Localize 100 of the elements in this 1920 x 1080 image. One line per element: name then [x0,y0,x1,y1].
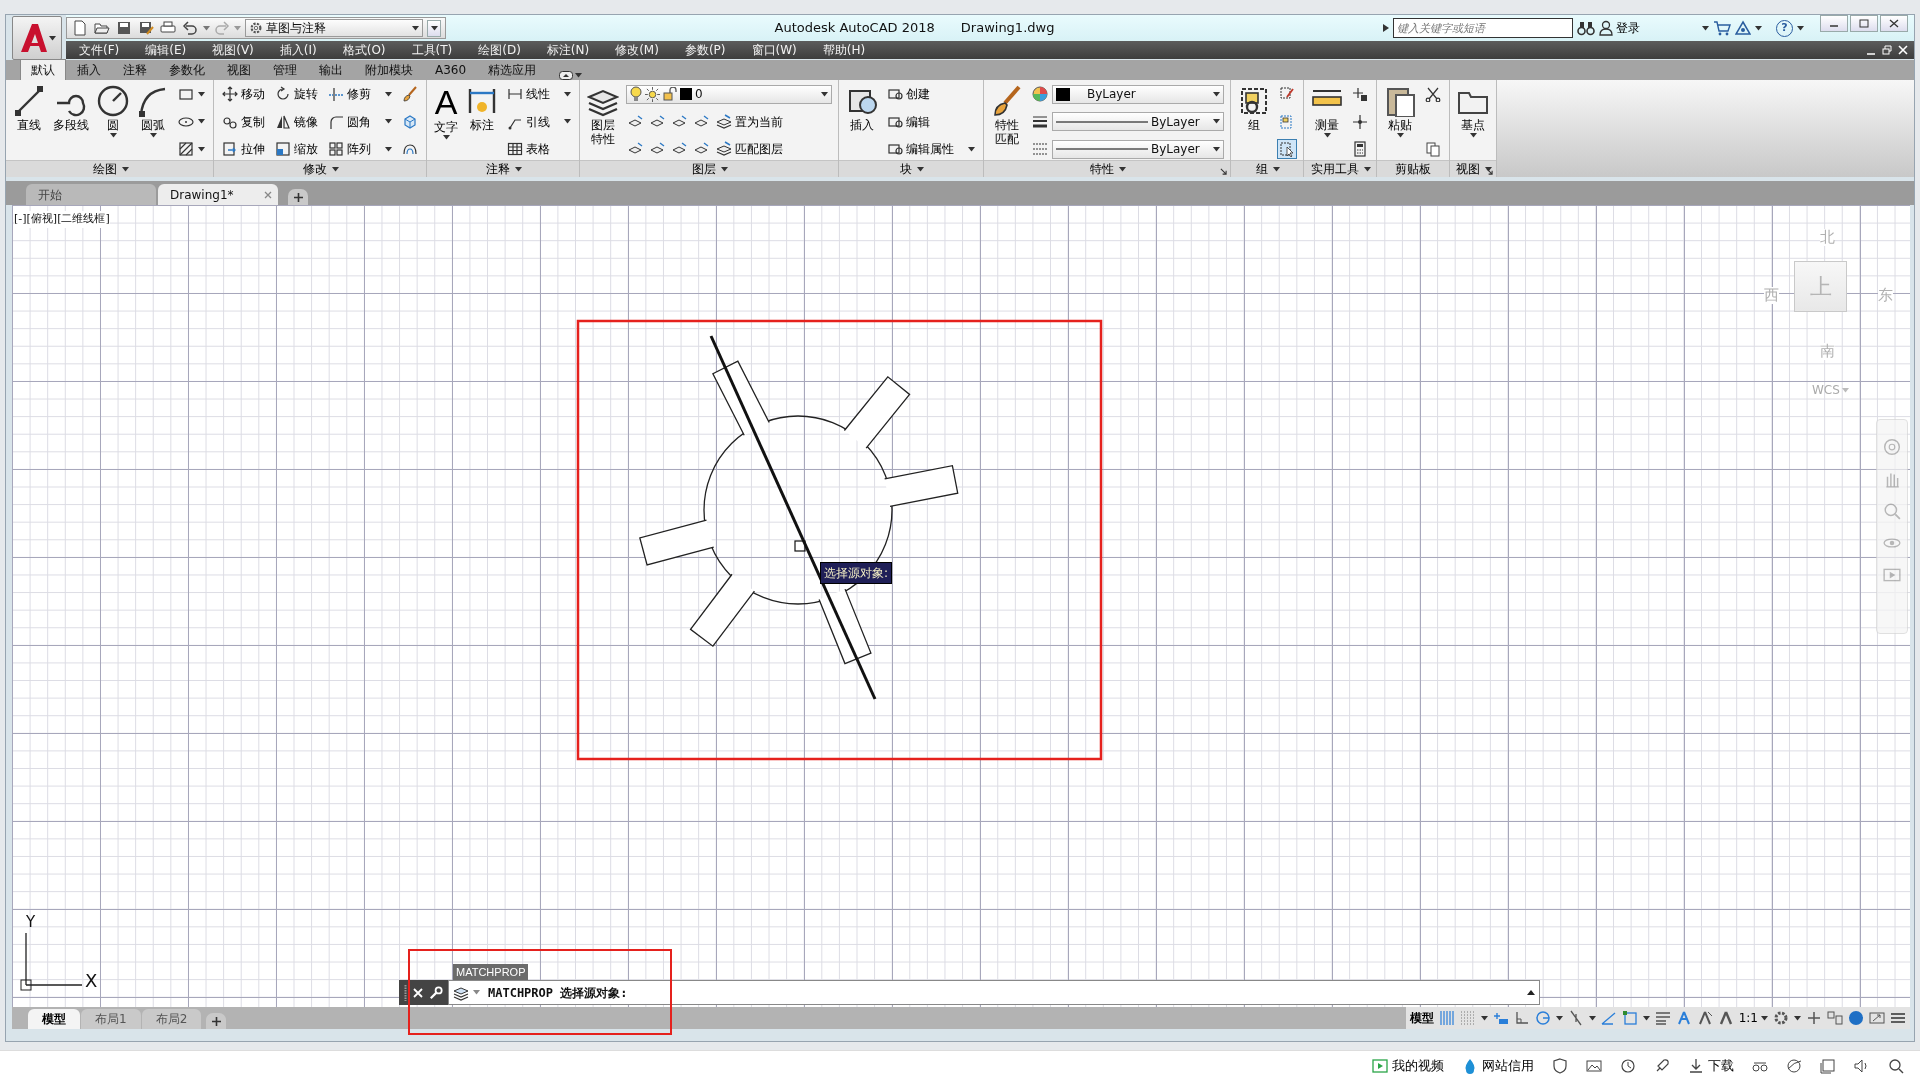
caret-icon[interactable] [430,25,438,31]
caret-icon[interactable] [149,133,157,139]
ribbon-tab[interactable]: 参数化 [158,59,216,80]
caret-icon[interactable] [968,146,975,152]
expand-icon[interactable] [1383,22,1389,34]
fullscreen-icon[interactable] [1869,1010,1885,1026]
wrench-icon[interactable] [429,985,443,1000]
caret-icon[interactable] [1642,1015,1650,1021]
caret-icon[interactable] [1755,25,1762,31]
ribbon-button[interactable]: 镜像 [273,111,320,132]
ortho-icon[interactable] [1513,1010,1530,1026]
ribbon-button[interactable]: 插入 [845,83,879,135]
ribbon-button[interactable]: 复制 [220,111,267,132]
layout-tab[interactable]: 模型 [28,1009,80,1029]
ribbon-tab[interactable]: 输出 [308,59,354,80]
menu-item[interactable]: 文件(F) [66,41,133,59]
menu-item[interactable]: 修改(M) [602,41,672,59]
layout-tab[interactable]: 布局2 [141,1009,202,1029]
ribbon-button[interactable]: 测量 [1310,83,1344,141]
shield-icon[interactable] [1552,1057,1568,1074]
caret-icon[interactable] [1364,166,1371,172]
ribbon-button[interactable]: 图层特性 [586,83,620,149]
ribbon-button[interactable]: 粘贴 [1383,83,1417,141]
ribbon-button[interactable]: 引线 [505,111,573,132]
caret-icon[interactable] [1323,133,1331,139]
menu-item[interactable]: 绘图(D) [465,41,534,59]
tracking-icon[interactable] [1600,1010,1617,1026]
menu-item[interactable]: 窗口(W) [738,41,810,59]
save-icon[interactable] [116,20,132,36]
property-dropdown[interactable]: ByLayer [1052,84,1224,104]
grip-icon[interactable] [404,984,407,1001]
search-icon[interactable] [1888,1057,1904,1074]
menu-item[interactable]: 参数(P) [671,41,739,59]
ribbon-tab[interactable]: 默认 [20,59,66,80]
plus-icon[interactable] [211,1016,221,1026]
ribbon-button[interactable]: 直线 [12,83,46,135]
caret-icon[interactable] [385,91,392,97]
panel-title[interactable]: 注释 [484,161,512,177]
sign-in-button[interactable]: 登录 [1599,19,1709,37]
caret-icon[interactable] [1480,1015,1488,1021]
search-field[interactable]: 键入关键字或短语 [1393,18,1573,38]
caret-icon[interactable] [821,91,828,97]
ribbon-button[interactable]: 旋转 [273,84,320,104]
undo-icon[interactable] [182,20,198,36]
ribbon-button[interactable]: 多段线 [52,83,90,135]
menu-item[interactable]: 工具(T) [398,41,466,59]
save-as-icon[interactable] [138,20,154,36]
panel-toggle-button[interactable] [559,71,583,80]
ribbon-tab[interactable]: 管理 [262,59,308,80]
app-menu-button[interactable] [12,16,62,60]
open-folder-icon[interactable] [94,20,110,36]
caret-icon[interactable] [1119,166,1126,172]
caret-icon[interactable] [917,166,924,172]
caret-icon[interactable] [385,146,392,152]
model-space-button[interactable]: 模型 [1409,1009,1434,1027]
caret-icon[interactable] [1797,25,1804,31]
panel-title[interactable]: 绘图 [90,161,119,177]
ribbon-button[interactable]: 匹配图层 [714,139,785,159]
expand-up-icon[interactable] [1527,990,1535,995]
plus-icon[interactable] [1806,1010,1822,1026]
customize-button[interactable] [427,19,441,37]
speaker-icon[interactable] [1854,1057,1870,1074]
ribbon-button[interactable]: A 文字 [433,83,459,143]
caret-icon[interactable] [1273,166,1280,172]
ribbon-button[interactable]: 特性匹配 [990,83,1024,149]
ribbon-tab[interactable]: 视图 [216,59,262,80]
browser-button[interactable]: 下载 [1688,1055,1734,1076]
close-icon[interactable] [1888,19,1900,28]
caret-icon[interactable] [564,119,571,124]
ribbon-button[interactable]: 表格 [505,139,552,159]
refresh-icon[interactable] [1620,1057,1636,1074]
annotation-scale-icon[interactable] [1675,1010,1692,1026]
ribbon-button[interactable]: 基点 [1456,83,1490,141]
scale-button[interactable]: 1:1 [1738,1009,1768,1027]
caret-icon[interactable] [1761,1015,1768,1021]
gear-outline-drawing[interactable] [639,360,959,665]
caret-icon[interactable] [48,35,56,41]
caret-icon[interactable] [1794,1015,1801,1021]
caret-icon[interactable] [332,166,339,172]
ribbon-tab[interactable]: 附加模块 [354,59,424,80]
file-tab[interactable]: 开始 [26,184,156,205]
ribbon-button[interactable]: 线性 [505,84,573,104]
caret-icon[interactable] [1213,91,1220,97]
menu-item[interactable]: 插入(I) [266,41,330,59]
annotation-icon[interactable] [1717,1010,1734,1026]
launcher-icon[interactable] [1220,168,1227,175]
menu-item[interactable]: 帮助(H) [809,41,879,59]
caret-icon[interactable] [198,91,205,97]
ribbon-button[interactable]: 拉伸 [220,139,267,159]
ribbon-tab[interactable]: 注释 [112,59,158,80]
ribbon-button[interactable]: 缩放 [273,139,320,159]
caret-icon[interactable] [1469,133,1477,139]
caret-icon[interactable] [1213,119,1220,124]
caret-icon[interactable] [1702,25,1709,31]
panel-title[interactable]: 块 [898,161,914,177]
caret-icon[interactable] [1555,1015,1563,1021]
browser-button[interactable]: 我的视频 [1372,1055,1444,1076]
caret-icon[interactable] [198,146,205,152]
ribbon-button[interactable]: 置为当前 [714,111,785,132]
layout-tab[interactable]: 布局1 [81,1009,141,1029]
